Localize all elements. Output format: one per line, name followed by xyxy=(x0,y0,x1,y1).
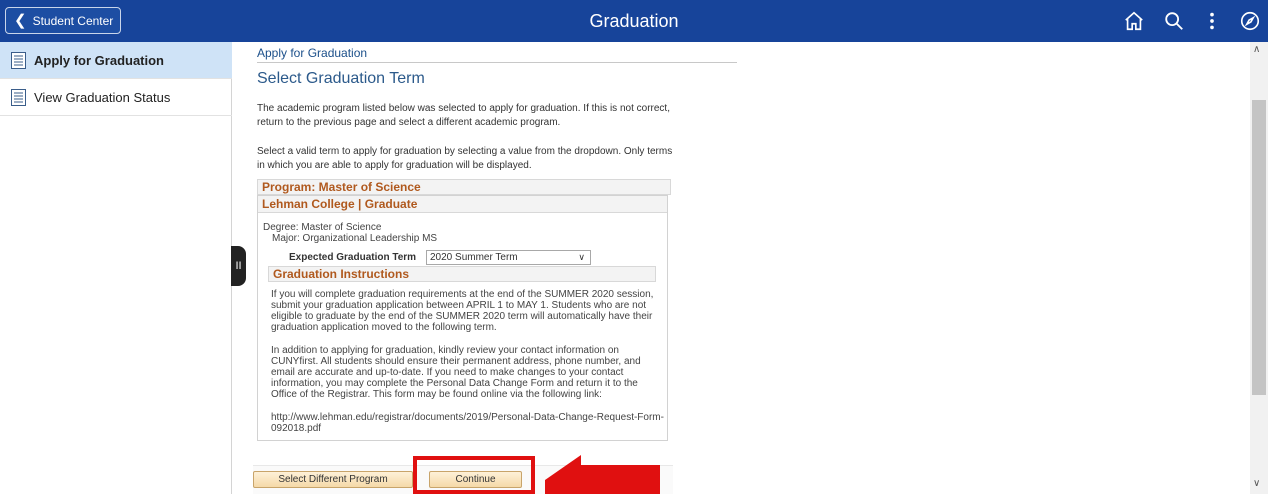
form-link-text: http://www.lehman.edu/registrar/document… xyxy=(271,412,664,434)
home-icon[interactable] xyxy=(1123,10,1145,32)
sidebar-collapse-toggle[interactable]: II xyxy=(231,246,246,286)
scroll-down-icon[interactable]: ∨ xyxy=(1253,478,1260,489)
more-vertical-icon[interactable] xyxy=(1201,10,1223,32)
chevron-down-icon: ∨ xyxy=(578,252,585,262)
document-icon xyxy=(11,88,26,106)
sidebar-item-apply-for-graduation[interactable]: Apply for Graduation xyxy=(0,42,232,79)
main-content: Apply for Graduation Select Graduation T… xyxy=(247,42,1247,494)
breadcrumb: Apply for Graduation xyxy=(257,46,368,60)
page-title: Select Graduation Term xyxy=(257,70,425,87)
college-header: Lehman College | Graduate xyxy=(258,196,667,213)
pause-bars-icon: II xyxy=(235,260,242,272)
instructions-paragraph: If you will complete graduation requirem… xyxy=(271,289,654,333)
scroll-up-icon[interactable]: ∧ xyxy=(1253,44,1260,55)
expected-term-select[interactable]: 2020 Summer Term ∨ xyxy=(426,250,591,265)
program-details-box: Lehman College | Graduate Degree: Master… xyxy=(257,195,668,441)
degree-info: Degree: Master of Science Major: Organiz… xyxy=(263,222,437,244)
sidebar: Apply for Graduation View Graduation Sta… xyxy=(0,42,232,494)
page-header-title: Graduation xyxy=(589,11,679,31)
sidebar-item-view-graduation-status[interactable]: View Graduation Status xyxy=(0,79,232,116)
degree-text: Degree: Master of Science xyxy=(263,222,382,233)
vertical-scrollbar[interactable]: ∧ ∨ xyxy=(1250,42,1268,494)
scrollbar-thumb[interactable] xyxy=(1252,100,1266,395)
major-text: Major: Organizational Leadership MS xyxy=(272,233,438,244)
term-info-text: Select a valid term to apply for graduat… xyxy=(257,146,673,171)
sidebar-item-label: View Graduation Status xyxy=(34,89,171,105)
expected-term-label: Expected Graduation Term xyxy=(289,252,417,263)
divider xyxy=(257,62,737,63)
program-info-text: The academic program listed below was se… xyxy=(257,103,670,128)
search-icon[interactable] xyxy=(1163,10,1185,32)
expected-term-value: 2020 Summer Term xyxy=(430,252,518,263)
sidebar-item-label: Apply for Graduation xyxy=(34,52,164,68)
annotation-arrow-icon xyxy=(545,455,660,494)
navbar-compass-icon[interactable] xyxy=(1239,10,1261,32)
top-navbar: ❮ Student Center Graduation xyxy=(0,0,1268,42)
program-header: Program: Master of Science xyxy=(257,179,671,195)
instructions-header: Graduation Instructions xyxy=(268,266,656,282)
instructions-paragraph: In addition to applying for graduation, … xyxy=(271,345,641,400)
annotation-highlight-box xyxy=(413,456,535,494)
document-icon xyxy=(11,51,26,69)
select-different-program-button[interactable]: Select Different Program xyxy=(253,471,413,488)
